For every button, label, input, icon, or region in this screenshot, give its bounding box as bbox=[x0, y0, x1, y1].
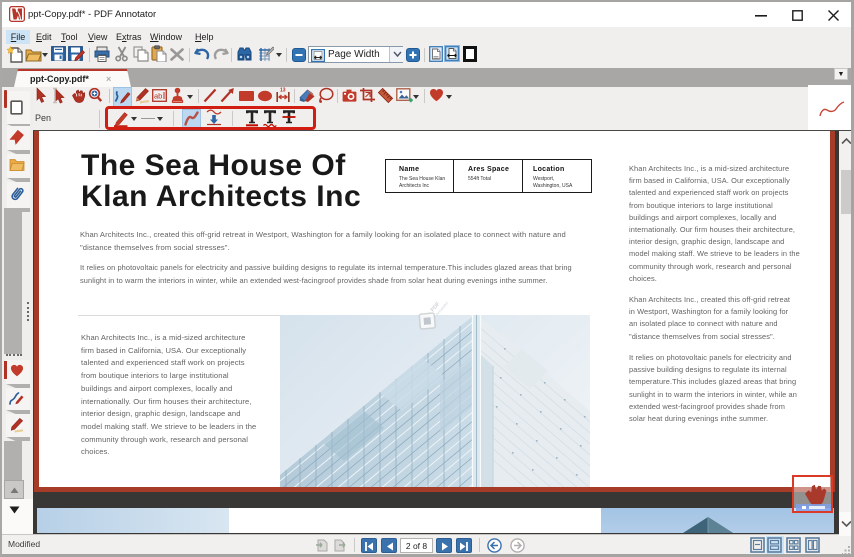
svg-text:ab: ab bbox=[154, 92, 162, 101]
svg-text:13: 13 bbox=[280, 88, 286, 94]
